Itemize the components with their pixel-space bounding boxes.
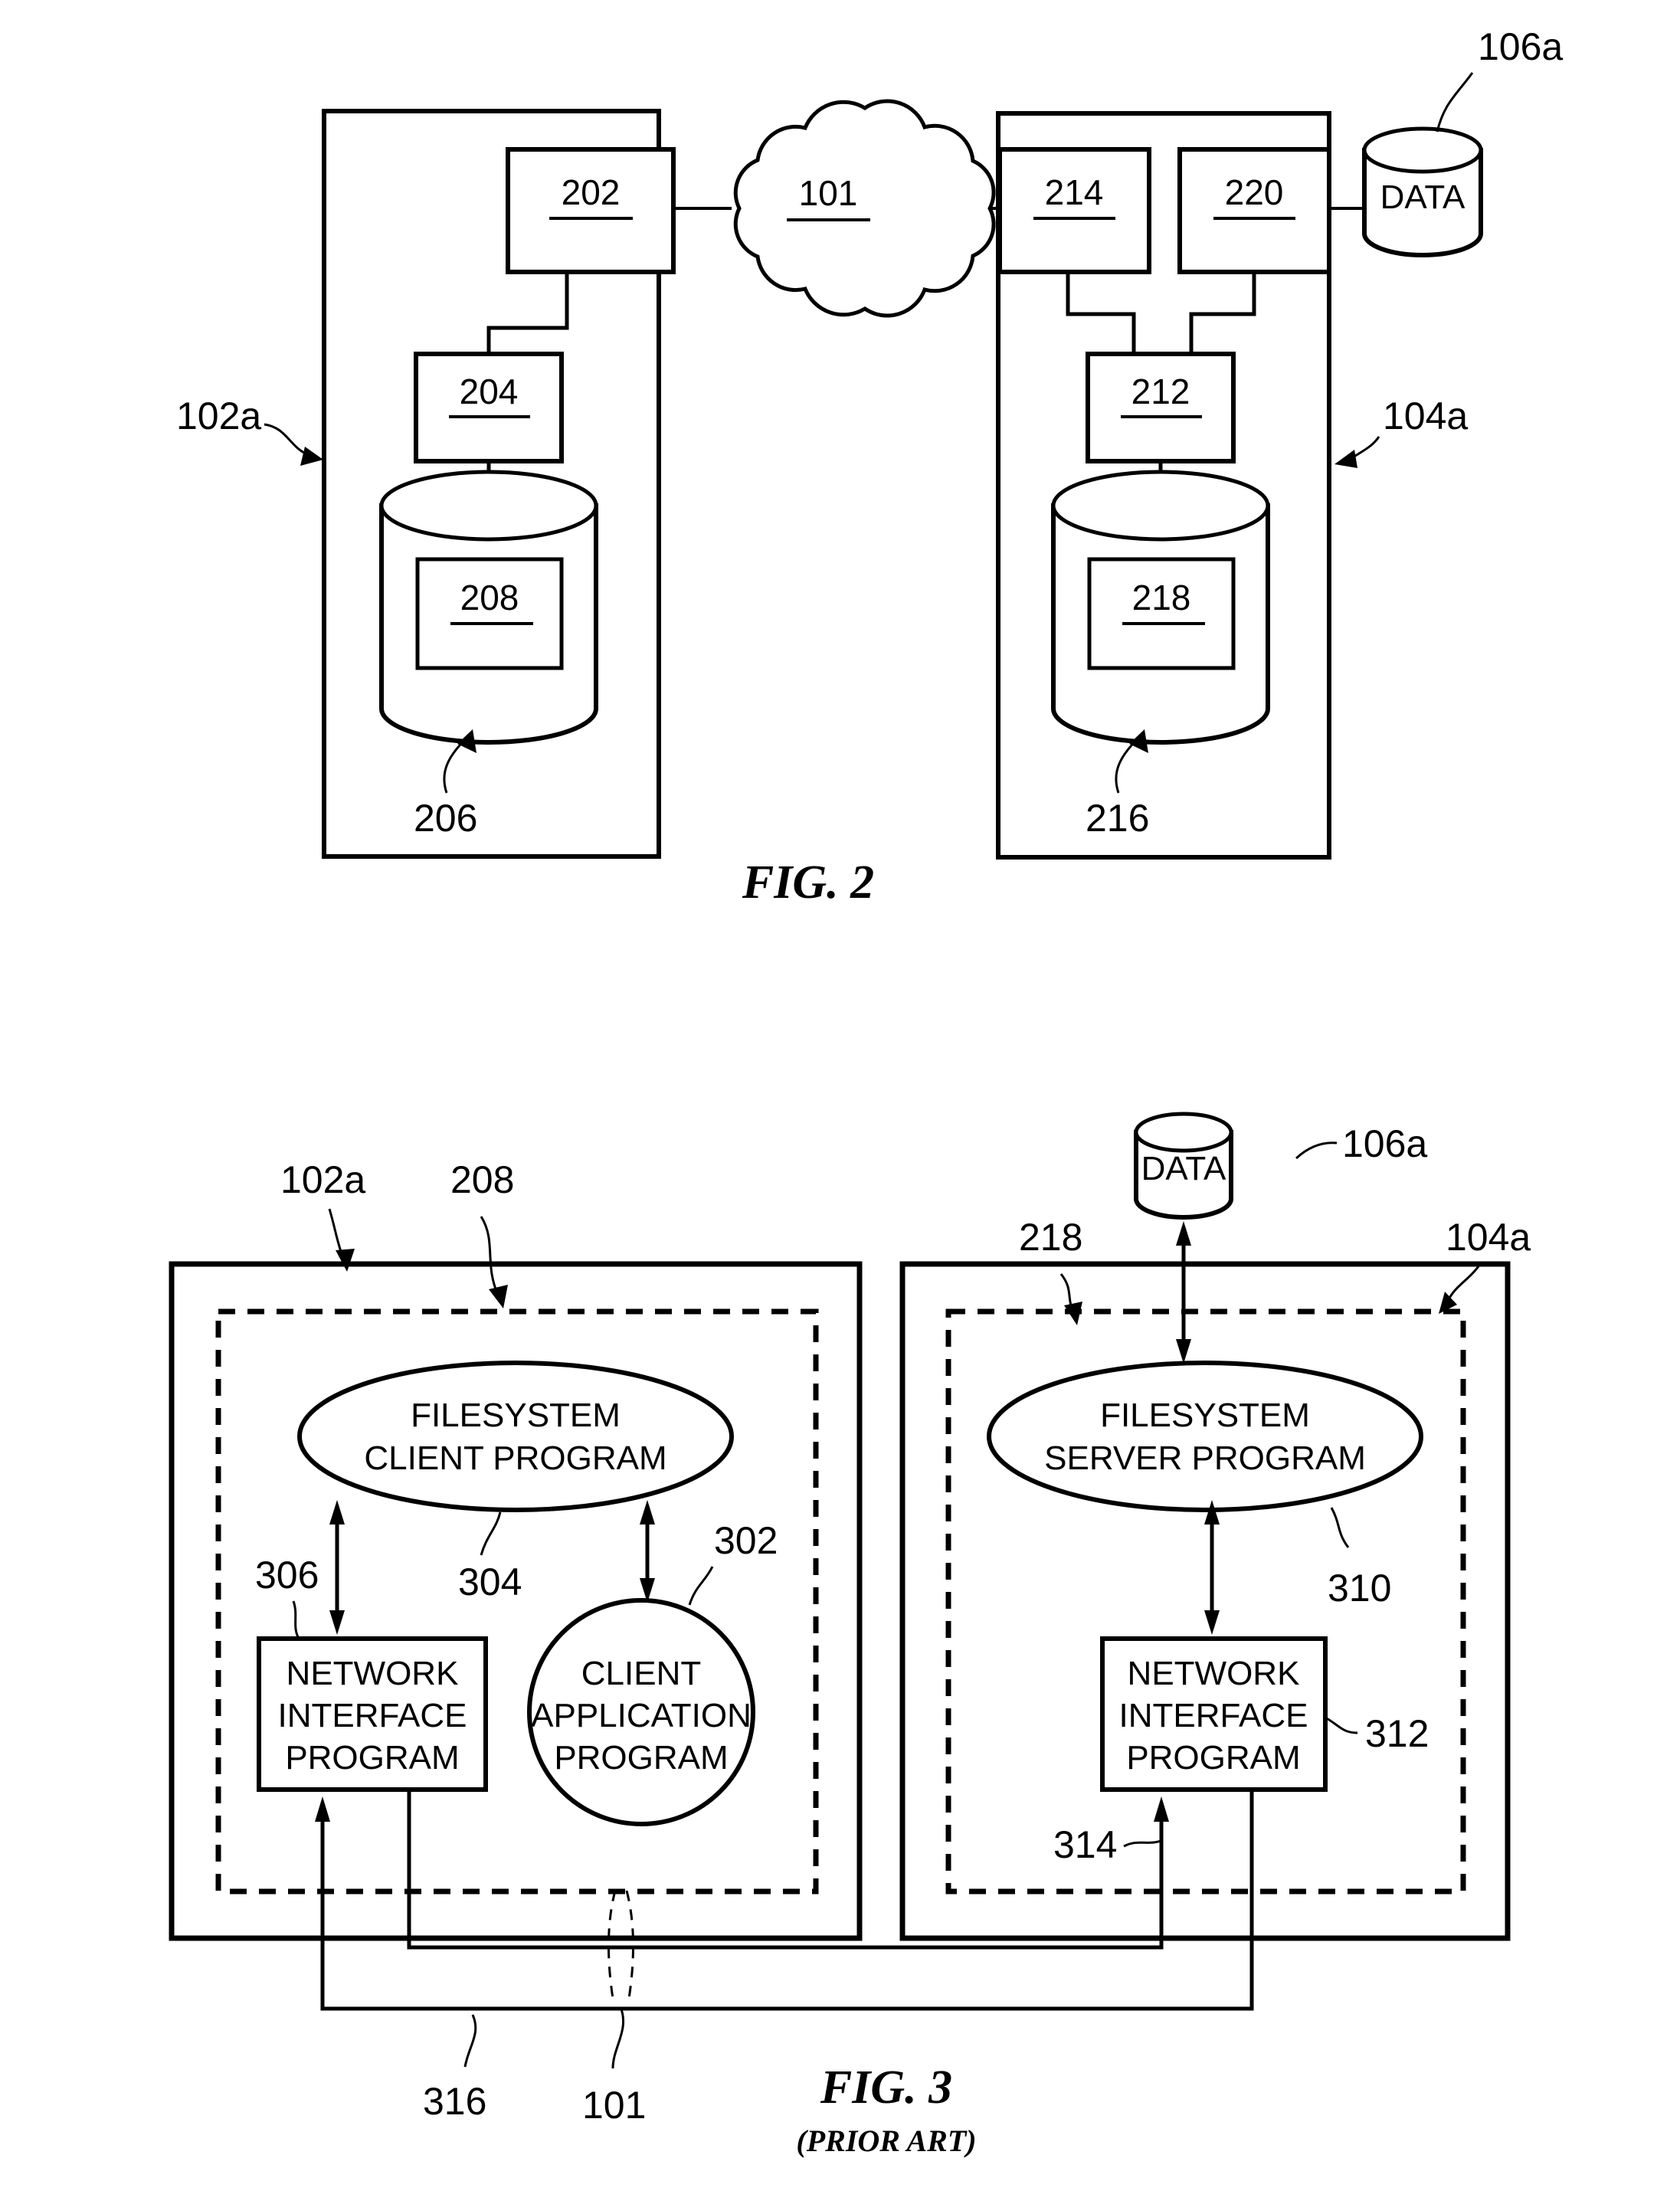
fig2-callout-106a: 106a	[1478, 25, 1563, 68]
fig3-callout-316: 316	[423, 2080, 486, 2123]
fig3-client-app-line2: APPLICATION	[531, 1697, 752, 1734]
fig2-box-220-label: 220	[1225, 172, 1284, 212]
fig3-callout-106a: 106a	[1342, 1122, 1427, 1165]
fig3-callout-102a: 102a	[280, 1158, 365, 1201]
fig2-box-218-label: 218	[1132, 578, 1191, 617]
fig3-filesystem-server-line1: FILESYSTEM	[1100, 1397, 1310, 1434]
fig3-filesystem-client-line2: CLIENT PROGRAM	[364, 1439, 666, 1477]
fig2-callout-216: 216	[1086, 797, 1149, 840]
fig3-callout-312: 312	[1365, 1712, 1429, 1755]
fig2-callout-102a-leader	[264, 423, 311, 457]
fig3-callout-208: 208	[450, 1158, 514, 1201]
fig2-network-cloud	[733, 99, 996, 318]
fig3-client-nip-line2: INTERFACE	[278, 1697, 467, 1734]
fig2-callout-104a-arrowhead	[1335, 450, 1357, 468]
fig3-client-nip-line3: PROGRAM	[285, 1739, 459, 1777]
fig2-data-cylinder-label: DATA	[1380, 178, 1465, 216]
fig3-callout-104a: 104a	[1446, 1216, 1531, 1259]
fig2-box-208-label: 208	[460, 578, 519, 617]
fig3-callout-306: 306	[255, 1554, 319, 1597]
figure-2: 202 101 214 220 DATA 106a 204 208 206 10…	[176, 25, 1563, 909]
figure-3-caption: FIG. 3	[820, 2062, 952, 2114]
fig2-box-212-label: 212	[1131, 372, 1190, 411]
fig3-callout-218: 218	[1019, 1216, 1082, 1259]
fig3-callout-304: 304	[458, 1560, 522, 1603]
fig3-server-nip-line1: NETWORK	[1128, 1655, 1300, 1692]
fig3-filesystem-server-line2: SERVER PROGRAM	[1044, 1439, 1366, 1477]
fig3-filesystem-client-ellipse	[297, 1361, 734, 1512]
fig2-callout-104a: 104a	[1383, 395, 1468, 437]
fig3-client-app-line3: PROGRAM	[554, 1739, 728, 1777]
fig2-box-214-label: 214	[1045, 172, 1104, 212]
fig3-data-cylinder-label: DATA	[1141, 1150, 1226, 1187]
fig2-callout-102a-arrowhead	[300, 447, 323, 466]
fig3-callout-314: 314	[1053, 1823, 1117, 1866]
fig2-callout-102a: 102a	[176, 395, 261, 437]
fig3-server-nip-line2: INTERFACE	[1119, 1697, 1308, 1734]
fig3-server-nip-line3: PROGRAM	[1126, 1739, 1300, 1777]
figure-3-subcaption: (PRIOR ART)	[796, 2124, 976, 2158]
fig2-box-204-label: 204	[460, 372, 519, 411]
fig3-callout-310: 310	[1328, 1567, 1391, 1610]
patent-drawing-sheet: 202 101 214 220 DATA 106a 204 208 206 10…	[0, 0, 1680, 2204]
fig3-filesystem-client-line1: FILESYSTEM	[411, 1397, 621, 1434]
fig2-callout-206: 206	[414, 797, 477, 840]
figure-3: 102a 208 FILESYSTEM CLIENT PROGRAM 304 3…	[169, 1112, 1531, 2158]
fig3-callout-101: 101	[582, 2084, 646, 2127]
fig3-client-nip-line1: NETWORK	[287, 1655, 459, 1692]
fig2-cloud-101-label: 101	[799, 173, 858, 213]
fig2-box-202-label: 202	[562, 172, 621, 212]
fig3-callout-302: 302	[714, 1519, 778, 1562]
figure-2-caption: FIG. 2	[742, 856, 874, 909]
fig3-client-app-line1: CLIENT	[581, 1655, 701, 1692]
fig3-filesystem-server-ellipse	[987, 1361, 1423, 1512]
